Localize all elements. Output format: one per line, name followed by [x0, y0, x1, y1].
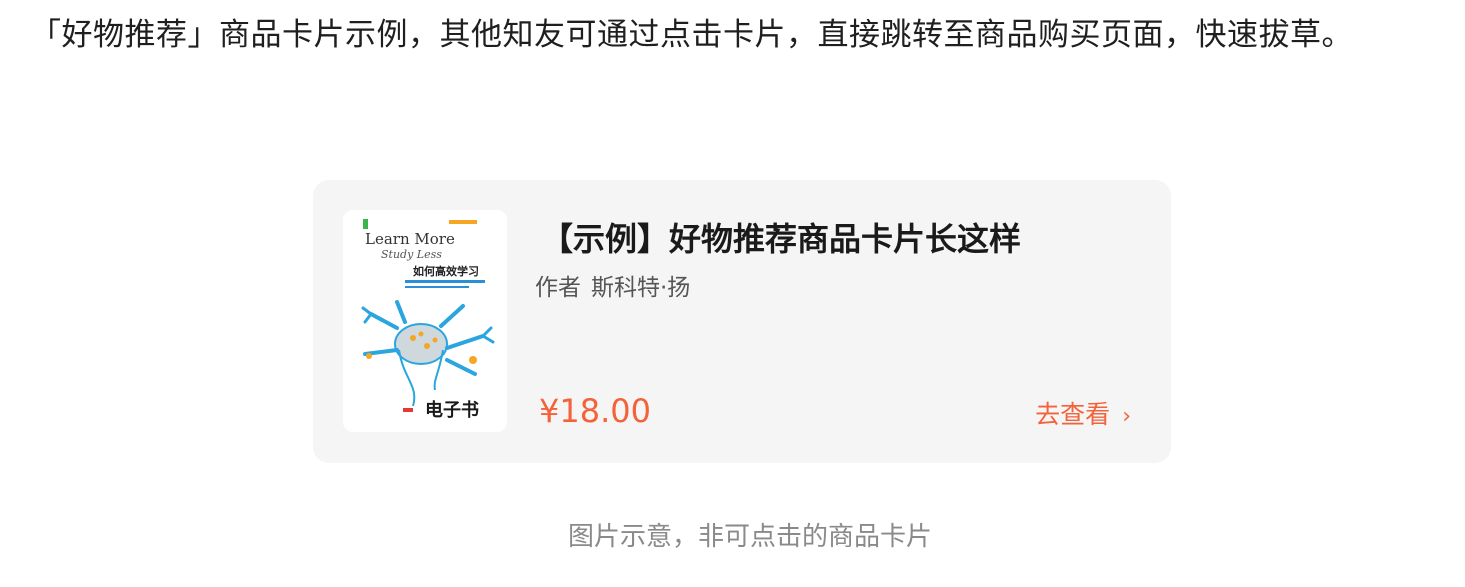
view-product-label: 去查看 [1035, 400, 1111, 429]
book-cover-image: Learn More Study Less 如何高效学习 电子书 [343, 210, 507, 432]
chevron-right-icon: › [1122, 404, 1131, 429]
product-price: ¥18.00 [539, 392, 651, 430]
cover-cn-title: 如何高效学习 [413, 265, 479, 278]
author-label: 作者 [535, 275, 581, 301]
cover-title-line1: Learn More [365, 230, 455, 248]
image-caption: 图片示意，非可点击的商品卡片 [567, 522, 932, 552]
view-product-link[interactable]: 去查看 › [1035, 395, 1131, 431]
product-title: 【示例】好物推荐商品卡片长这样 [541, 220, 1022, 258]
ebook-badge: 电子书 [425, 400, 479, 421]
cover-title-line2: Study Less [381, 248, 442, 261]
product-author: 作者 斯科特·扬 [535, 268, 690, 302]
intro-text: 「好物推荐」商品卡片示例，其他知友可通过点击卡片，直接跳转至商品购买页面，快速拔… [30, 17, 1353, 53]
product-card: Learn More Study Less 如何高效学习 电子书 【示例】好物推… [313, 180, 1171, 463]
author-name: 斯科特·扬 [591, 275, 691, 301]
